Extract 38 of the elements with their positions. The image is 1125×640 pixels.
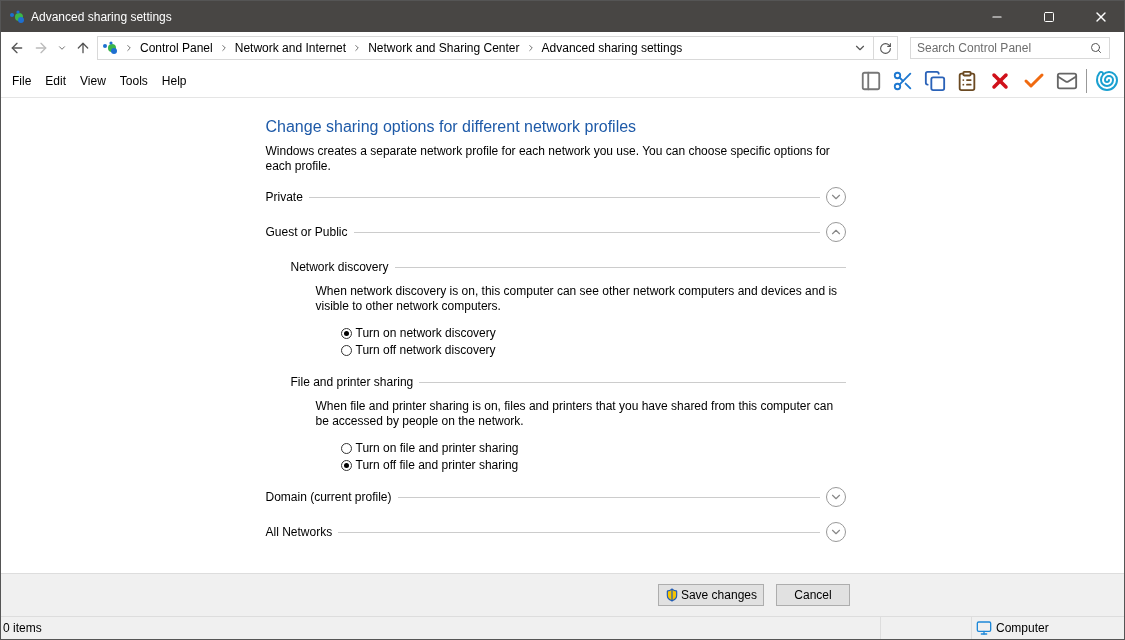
- radio-label[interactable]: Turn off network discovery: [355, 343, 496, 357]
- radio-label[interactable]: Turn off file and printer sharing: [355, 458, 519, 472]
- breadcrumb[interactable]: Control Panel: [140, 41, 213, 55]
- section-description: When file and printer sharing is on, files and printers that you have shared from this computer can be accessed by people on the network.: [315, 399, 835, 429]
- section-heading: Network discovery: [290, 260, 389, 274]
- refresh-icon[interactable]: [879, 41, 892, 55]
- menu-item[interactable]: File: [5, 73, 39, 88]
- save-button[interactable]: Save changes: [657, 584, 764, 606]
- cancel-button[interactable]: Cancel: [776, 584, 850, 606]
- breadcrumb[interactable]: Network and Sharing Center: [368, 41, 520, 55]
- chevron-icon: [124, 43, 134, 53]
- monitor-icon: [976, 620, 992, 636]
- breadcrumb[interactable]: Advanced sharing settings: [541, 41, 683, 55]
- section-description: When network discovery is on, this computer can see other network computers and devices and is visible to other network computers.: [315, 284, 839, 314]
- location-text: Computer: [996, 621, 1049, 635]
- profile-heading: All Networks: [265, 525, 333, 539]
- breadcrumb[interactable]: Network and Internet: [234, 41, 347, 55]
- page-heading: Change sharing options for different network profiles: [265, 118, 638, 136]
- menu-item[interactable]: Help: [154, 73, 194, 88]
- network-icon: [102, 41, 118, 55]
- profile-heading: Guest or Public: [265, 225, 348, 239]
- intro-text: Windows creates a separate network profile for each network you use. You can choose specific options for each profile.: [265, 144, 831, 174]
- search-icon: [1090, 42, 1102, 54]
- profile-heading: Domain (current profile): [265, 490, 392, 504]
- radio-label[interactable]: Turn on file and printer sharing: [355, 441, 519, 455]
- shield-icon: [664, 588, 679, 602]
- search-field[interactable]: Search Control Panel: [910, 37, 1110, 59]
- menu-item[interactable]: Tools: [112, 73, 155, 88]
- section-heading: File and printer sharing: [290, 375, 414, 389]
- item-count: 0 items: [2, 621, 43, 635]
- maximize-icon[interactable]: [1043, 10, 1055, 23]
- profile-heading: Private: [265, 190, 303, 204]
- radio-label[interactable]: Turn on network discovery: [355, 326, 496, 340]
- network-icon: [9, 9, 25, 24]
- address-bar[interactable]: Control Panel Network and Internet Network and Sharing Center Advanced sharing settings: [97, 36, 898, 60]
- menu-item[interactable]: View: [73, 73, 113, 88]
- window-title: Advanced sharing settings: [31, 9, 173, 24]
- menu-item[interactable]: Edit: [38, 73, 74, 88]
